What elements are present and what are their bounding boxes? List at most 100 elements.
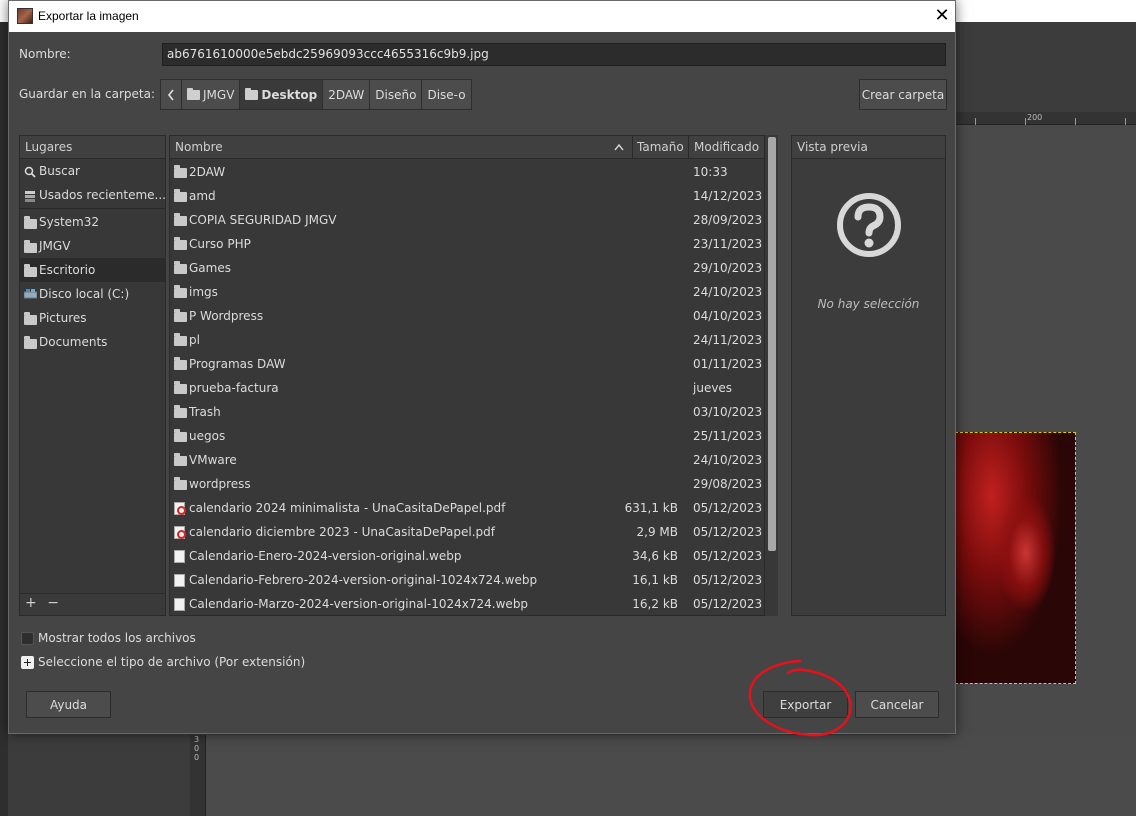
folder-label: Guardar en la carpeta: xyxy=(19,87,155,101)
place-system32[interactable]: System32 xyxy=(20,210,165,234)
drive-icon xyxy=(24,289,37,299)
file-modified: 05/12/2023 xyxy=(693,501,763,515)
help-button[interactable]: Ayuda xyxy=(26,691,111,718)
folder-icon xyxy=(24,336,37,349)
file-row[interactable]: Calendario-Marzo-2024-version-original-1… xyxy=(170,592,763,615)
file-row[interactable]: wordpress 29/08/2023 xyxy=(170,472,763,496)
file-size: 16,1 kB xyxy=(632,573,678,587)
file-row[interactable]: calendario diciembre 2023 - UnaCasitaDeP… xyxy=(170,520,763,544)
vertical-ruler: 3 0 0 xyxy=(190,735,206,816)
scroll-thumb[interactable] xyxy=(768,137,776,551)
folder-icon xyxy=(24,264,37,277)
folder-icon xyxy=(187,87,200,100)
column-size[interactable]: Tamaño xyxy=(637,140,684,154)
file-name: P Wordpress xyxy=(189,309,264,323)
file-name: Trash xyxy=(189,405,221,419)
file-modified: 05/12/2023 xyxy=(693,597,763,611)
path-label: JMGV xyxy=(203,87,235,102)
place-escritorio[interactable]: Escritorio xyxy=(20,258,165,282)
place-recent[interactable]: Usados recienteme... xyxy=(20,183,165,207)
file-modified: jueves xyxy=(693,381,733,395)
folder-icon xyxy=(174,381,187,394)
remove-bookmark-icon[interactable]: − xyxy=(47,595,59,611)
export-button[interactable]: Exportar xyxy=(763,691,848,718)
recent-icon xyxy=(25,191,35,202)
preview-header: Vista previa xyxy=(792,136,945,159)
place-label: Buscar xyxy=(39,164,80,178)
file-row[interactable]: Programas DAW 01/11/2023 xyxy=(170,352,763,376)
places-header: Lugares xyxy=(20,136,165,159)
filename-input[interactable]: ab6761610000e5ebdc25969093ccc4655316c9b9… xyxy=(162,43,946,66)
place-documents[interactable]: Documents xyxy=(20,330,165,354)
file-row[interactable]: imgs 24/10/2023 xyxy=(170,280,763,304)
file-row[interactable]: 2DAW 10:33 xyxy=(170,160,763,184)
file-name: Calendario-Febrero-2024-version-original… xyxy=(189,573,538,587)
file-size: 631,1 kB xyxy=(624,501,678,515)
file-row[interactable]: calendario 2024 minimalista - UnaCasitaD… xyxy=(170,496,763,520)
file-row[interactable]: amd 14/12/2023 xyxy=(170,184,763,208)
file-name: imgs xyxy=(189,285,218,299)
place-jmgv[interactable]: JMGV xyxy=(20,234,165,258)
file-row[interactable]: Calendario-Enero-2024-version-original.w… xyxy=(170,544,763,568)
preview-panel: Vista previa No hay selección xyxy=(791,135,946,616)
folder-icon xyxy=(174,237,187,250)
file-row[interactable]: uegos 25/11/2023 xyxy=(170,424,763,448)
create-folder-button[interactable]: Crear carpeta xyxy=(859,79,947,110)
file-modified: 04/10/2023 xyxy=(693,309,763,323)
path-item-desktop[interactable]: Desktop xyxy=(239,79,324,110)
show-all-label[interactable]: Mostrar todos los archivos xyxy=(38,631,196,645)
close-icon[interactable]: ✕ xyxy=(931,5,953,27)
place-search[interactable]: Buscar xyxy=(20,159,165,183)
path-item-diseno[interactable]: Diseño xyxy=(369,79,423,110)
file-row[interactable]: Calendario-Febrero-2024-version-original… xyxy=(170,568,763,592)
file-name: 2DAW xyxy=(189,165,226,179)
file-name: calendario diciembre 2023 - UnaCasitaDeP… xyxy=(189,525,496,539)
file-list-scrollbar[interactable] xyxy=(764,135,778,616)
horizontal-ruler: 200 xyxy=(955,112,1136,125)
file-modified: 01/11/2023 xyxy=(693,357,763,371)
file-modified: 05/12/2023 xyxy=(693,549,763,563)
file-row[interactable]: Trash 03/10/2023 xyxy=(170,400,763,424)
file-row[interactable]: Games 29/10/2023 xyxy=(170,256,763,280)
file-icon xyxy=(174,598,185,611)
place-disco-local[interactable]: Disco local (C:) xyxy=(20,282,165,306)
file-row[interactable]: prueba-factura jueves xyxy=(170,376,763,400)
file-modified: 24/11/2023 xyxy=(693,333,763,347)
file-row[interactable]: P Wordpress 04/10/2023 xyxy=(170,304,763,328)
folder-icon xyxy=(174,189,187,202)
file-modified: 14/12/2023 xyxy=(693,189,763,203)
column-modified[interactable]: Modificado xyxy=(694,140,759,154)
file-row[interactable]: Curso PHP 23/11/2023 xyxy=(170,232,763,256)
filetype-expander-label[interactable]: Seleccione el tipo de archivo (Por exten… xyxy=(38,655,305,669)
path-item-2daw[interactable]: 2DAW xyxy=(322,79,371,110)
file-modified: 29/10/2023 xyxy=(693,261,763,275)
pdf-file-icon xyxy=(174,502,186,515)
canvas-image[interactable] xyxy=(955,432,1076,684)
path-back-button[interactable] xyxy=(160,79,182,110)
place-pictures[interactable]: Pictures xyxy=(20,306,165,330)
folder-icon xyxy=(174,429,187,442)
expand-filetype-icon[interactable] xyxy=(21,656,34,669)
column-name[interactable]: Nombre xyxy=(175,140,223,154)
no-selection-text: No hay selección xyxy=(817,297,920,311)
file-row[interactable]: VMware 24/10/2023 xyxy=(170,448,763,472)
place-label: Pictures xyxy=(39,311,87,325)
file-icon xyxy=(174,550,185,563)
path-item-jmgv[interactable]: JMGV xyxy=(181,79,241,110)
path-label: Dise-o xyxy=(427,87,466,102)
file-name: prueba-factura xyxy=(189,381,279,395)
path-item-dise-o[interactable]: Dise-o xyxy=(421,79,472,110)
file-row[interactable]: pl 24/11/2023 xyxy=(170,328,763,352)
dialog-title: Exportar la imagen xyxy=(38,9,139,23)
dialog-titlebar: Exportar la imagen ✕ xyxy=(9,1,955,32)
file-modified: 29/08/2023 xyxy=(693,477,763,491)
folder-icon xyxy=(174,357,187,370)
add-bookmark-icon[interactable]: + xyxy=(25,595,37,611)
show-all-checkbox[interactable] xyxy=(21,632,34,645)
file-name: uegos xyxy=(189,429,226,443)
file-size: 34,6 kB xyxy=(632,549,678,563)
file-name: pl xyxy=(189,333,200,347)
cancel-button[interactable]: Cancelar xyxy=(855,691,939,718)
file-row[interactable]: COPIA SEGURIDAD JMGV 28/09/2023 xyxy=(170,208,763,232)
folder-icon xyxy=(174,477,187,490)
